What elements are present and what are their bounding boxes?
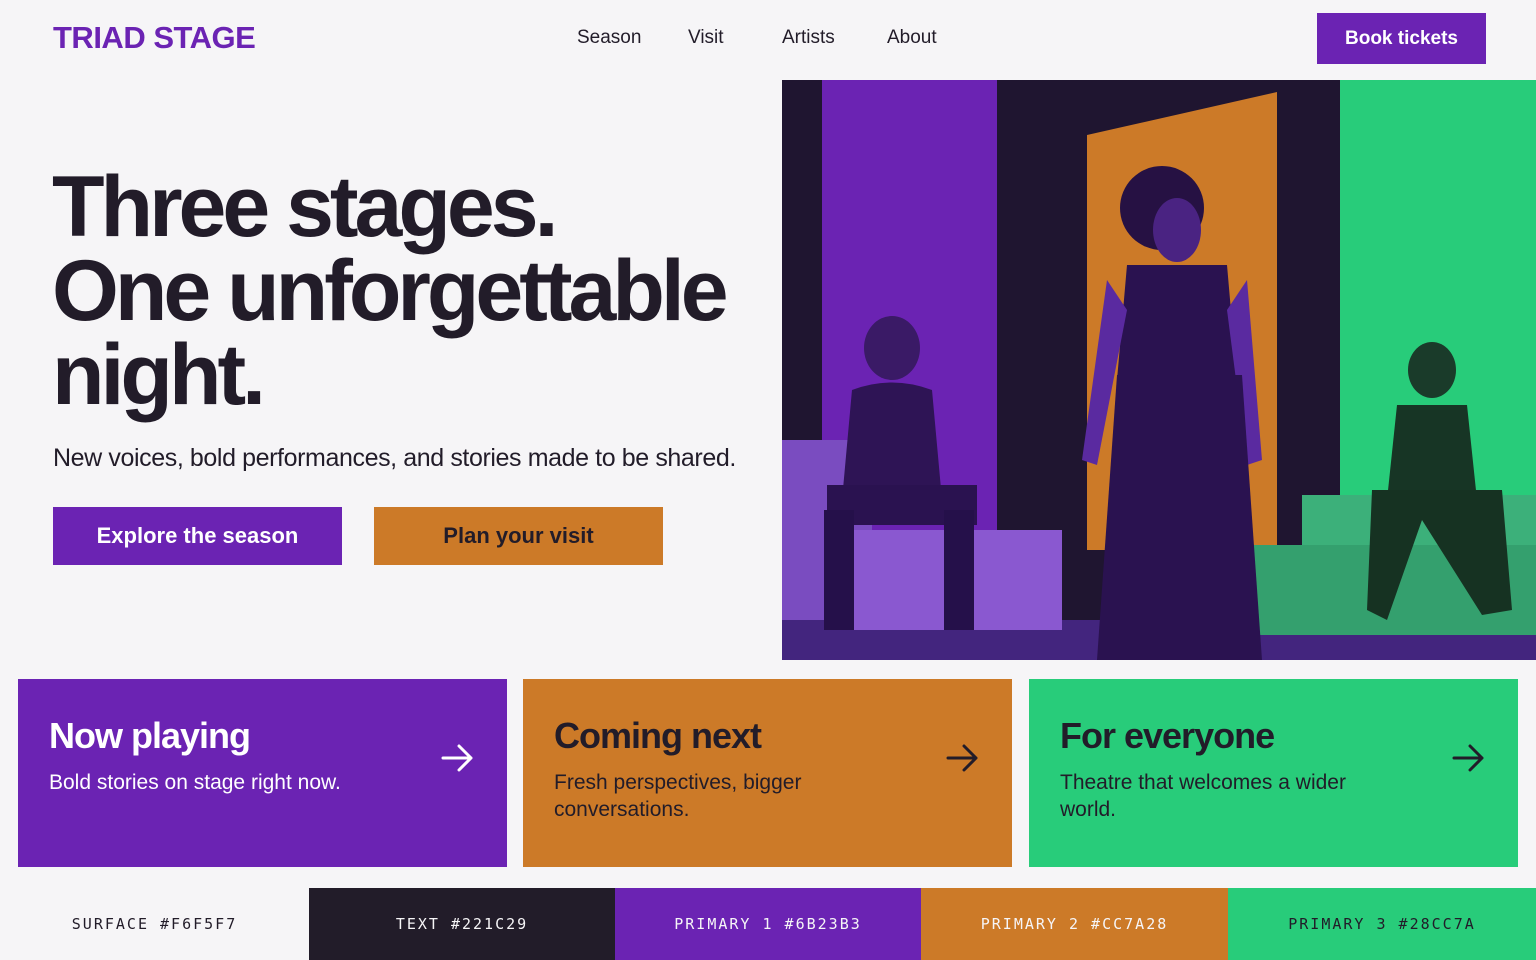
card-coming-next[interactable]: Coming next Fresh perspectives, bigger c… <box>523 679 1012 867</box>
hero-headline: Three stages. One unforgettable night. <box>52 159 772 423</box>
card-now-playing[interactable]: Now playing Bold stories on stage right … <box>18 679 507 867</box>
hero-subhead: New voices, bold performances, and stori… <box>53 444 736 472</box>
plan-visit-button[interactable]: Plan your visit <box>374 507 663 565</box>
swatch-primary-3: PRIMARY 3 #28CC7A <box>1228 888 1536 960</box>
stage-scene-illustration <box>782 80 1536 660</box>
nav-artists[interactable]: Artists <box>782 27 835 49</box>
explore-season-button[interactable]: Explore the season <box>53 507 342 565</box>
headline-line-3: night. <box>52 327 266 423</box>
card-description: Fresh perspectives, bigger conversations… <box>554 771 802 821</box>
arrow-right-icon[interactable] <box>946 743 980 773</box>
nav-visit[interactable]: Visit <box>688 27 724 49</box>
logo[interactable]: TRIAD STAGE <box>53 20 256 56</box>
card-description: Theatre that welcomes a wider world. <box>1060 771 1346 821</box>
swatch-surface: SURFACE #F6F5F7 <box>0 888 309 960</box>
nav-season[interactable]: Season <box>577 27 641 49</box>
arrow-right-icon[interactable] <box>441 743 475 773</box>
nav-about[interactable]: About <box>887 27 937 49</box>
card-description: Bold stories on stage right now. <box>49 771 341 794</box>
swatch-text: TEXT #221C29 <box>309 888 615 960</box>
swatch-primary-2: PRIMARY 2 #CC7A28 <box>921 888 1228 960</box>
card-title: Coming next <box>554 715 762 756</box>
headline-line-1: Three stages. <box>52 159 558 255</box>
card-for-everyone[interactable]: For everyone Theatre that welcomes a wid… <box>1029 679 1518 867</box>
headline-line-2: One unforgettable <box>52 243 729 339</box>
stage-performers-photo <box>782 80 1536 660</box>
card-title: For everyone <box>1060 715 1275 756</box>
card-title: Now playing <box>49 715 251 756</box>
book-tickets-button[interactable]: Book tickets <box>1317 13 1486 64</box>
swatch-primary-1: PRIMARY 1 #6B23B3 <box>615 888 921 960</box>
arrow-right-icon[interactable] <box>1452 743 1486 773</box>
